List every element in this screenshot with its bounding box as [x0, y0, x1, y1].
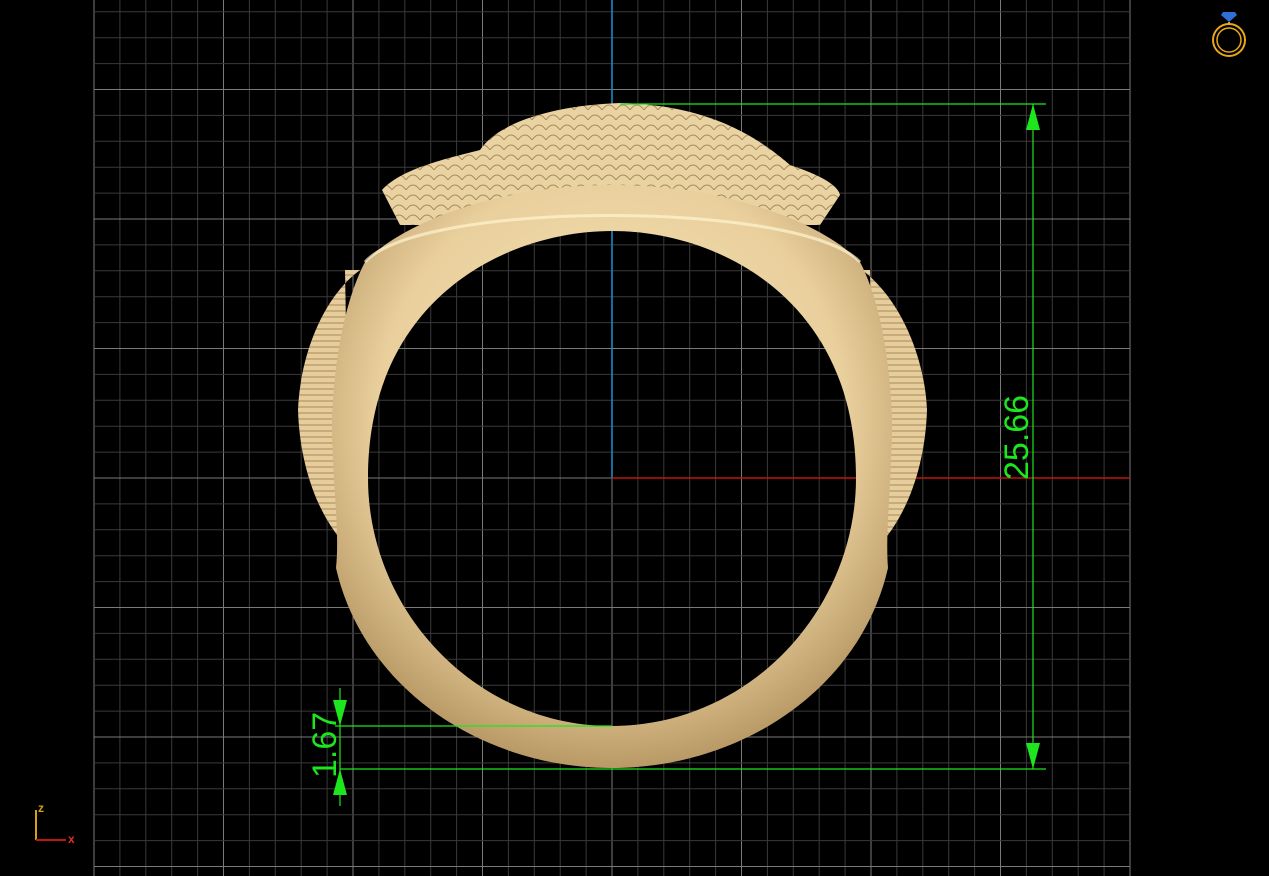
ring-icon[interactable] [1212, 12, 1246, 57]
3d-viewport[interactable]: 25.66 1.67 z x [0, 0, 1269, 876]
x-axis-label: x [68, 832, 75, 846]
arrow-down-icon [1026, 743, 1040, 769]
arrow-up-icon [1026, 104, 1040, 130]
height-dimension-label[interactable]: 25.66 [998, 395, 1036, 480]
z-axis-label: z [38, 801, 44, 815]
axis-indicator: z x [35, 801, 75, 846]
thickness-dimension-label[interactable]: 1.67 [306, 712, 344, 778]
